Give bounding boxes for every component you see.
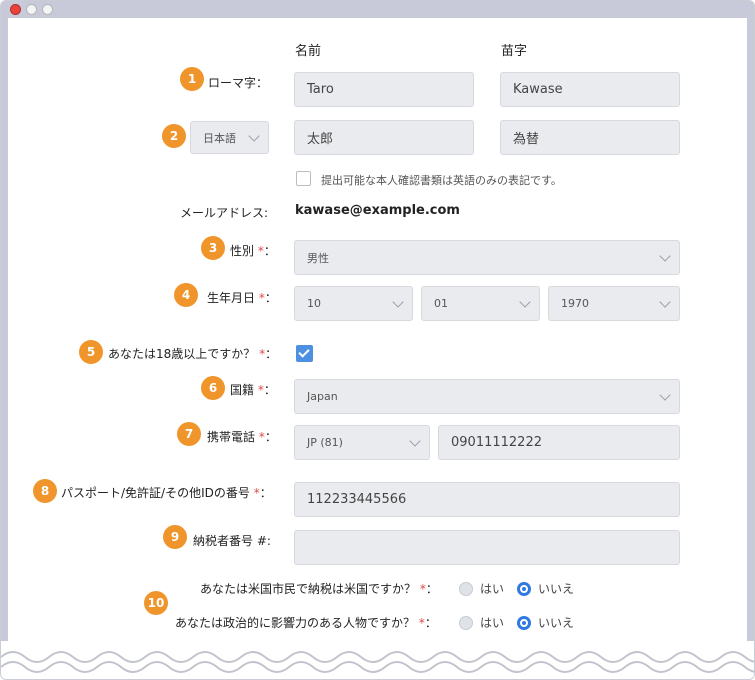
chevron-down-icon: [659, 249, 671, 262]
nationality-label: 国籍 *：: [230, 383, 276, 397]
email-value: kawase@example.com: [295, 203, 460, 218]
english-only-checkbox[interactable]: [296, 171, 311, 186]
native-last-value: 為替: [513, 132, 540, 147]
dob-label: 生年月日 *：: [207, 291, 277, 305]
zoom-window-button[interactable]: [42, 4, 53, 15]
passport-number-input[interactable]: 112233445566: [294, 482, 680, 517]
chevron-down-icon: [519, 295, 531, 308]
gender-label: 性別 *：: [230, 244, 276, 258]
us-citizen-label: あなたは米国市民で納税は米国ですか？ *：: [200, 582, 438, 596]
gender-select[interactable]: 男性: [294, 240, 680, 275]
checkmark-icon: [298, 346, 310, 358]
english-only-note: 提出可能な本人確認書類は英語のみの表記です。: [321, 174, 562, 187]
tax-number-input[interactable]: [294, 530, 680, 565]
us-citizen-no-label: いいえ: [538, 582, 575, 596]
us-citizen-no-radio[interactable]: [517, 582, 531, 596]
pep-no-radio[interactable]: [517, 616, 531, 630]
step-badge-4: 4: [174, 283, 198, 307]
mobile-number-value: 09011112222: [451, 435, 542, 450]
mobile-label: 携帯電話 *：: [207, 430, 277, 444]
dob-day-select[interactable]: 10: [294, 286, 413, 321]
gender-value: 男性: [307, 251, 329, 265]
chevron-down-icon: [409, 434, 421, 447]
step-badge-8: 8: [33, 479, 57, 503]
window-frame-right: [747, 18, 754, 679]
us-citizen-yes-radio[interactable]: [459, 582, 473, 596]
first-name-header: 名前: [295, 44, 322, 59]
chevron-down-icon: [248, 129, 260, 142]
step-badge-6: 6: [201, 376, 225, 400]
step-badge-2: 2: [162, 124, 186, 148]
mobile-number-input[interactable]: 09011112222: [438, 425, 680, 460]
step-badge-1: 1: [180, 67, 204, 91]
chevron-down-icon: [659, 388, 671, 401]
dob-month-select[interactable]: 01: [421, 286, 540, 321]
romaji-first-name-input[interactable]: Taro: [294, 72, 474, 107]
language-select[interactable]: 日本語: [190, 121, 269, 154]
chevron-down-icon: [392, 295, 404, 308]
step-badge-3: 3: [201, 236, 225, 260]
tax-label: 納税者番号 #:: [193, 534, 271, 548]
chevron-down-icon: [659, 295, 671, 308]
dob-day-value: 10: [307, 297, 321, 310]
native-last-name-input[interactable]: 為替: [500, 120, 680, 155]
email-label: メールアドレス:: [180, 206, 269, 220]
language-value: 日本語: [203, 131, 236, 145]
close-window-button[interactable]: [10, 4, 21, 15]
country-code-value: JP (81): [307, 436, 343, 449]
step-badge-5: 5: [79, 340, 103, 364]
native-first-value: 太郎: [307, 132, 334, 147]
window-frame-left: [1, 18, 8, 679]
torn-edge-decoration: [1, 641, 754, 679]
pep-label: あなたは政治的に影響力のある人物ですか？ *：: [175, 616, 437, 630]
step-badge-10: 10: [144, 591, 168, 615]
native-first-name-input[interactable]: 太郎: [294, 120, 474, 155]
step-badge-9: 9: [163, 525, 187, 549]
nationality-select[interactable]: Japan: [294, 379, 680, 414]
title-bar: [1, 1, 754, 18]
age-label: あなたは18歳以上ですか？ *：: [108, 347, 278, 361]
minimize-window-button[interactable]: [26, 4, 37, 15]
nationality-value: Japan: [307, 390, 338, 403]
romaji-last-name-input[interactable]: Kawase: [500, 72, 680, 107]
form-window: 名前 苗字 1 ローマ字： Taro Kawase 2 日本語 太郎 為替 提出…: [0, 0, 755, 680]
dob-year-value: 1970: [561, 297, 589, 310]
romaji-last-value: Kawase: [513, 82, 563, 97]
romaji-first-value: Taro: [307, 82, 334, 97]
last-name-header: 苗字: [501, 44, 528, 59]
country-code-select[interactable]: JP (81): [294, 425, 430, 460]
dob-year-select[interactable]: 1970: [548, 286, 680, 321]
pep-yes-radio[interactable]: [459, 616, 473, 630]
passport-label: パスポート/免許証/その他IDの番号 *：: [61, 486, 272, 500]
passport-number-value: 112233445566: [307, 492, 407, 507]
us-citizen-yes-label: はい: [480, 582, 505, 596]
pep-no-label: いいえ: [538, 616, 575, 630]
dob-month-value: 01: [434, 297, 448, 310]
age-checkbox[interactable]: [296, 345, 313, 362]
pep-yes-label: はい: [480, 616, 505, 630]
romaji-label: ローマ字：: [208, 76, 269, 90]
step-badge-7: 7: [177, 422, 201, 446]
